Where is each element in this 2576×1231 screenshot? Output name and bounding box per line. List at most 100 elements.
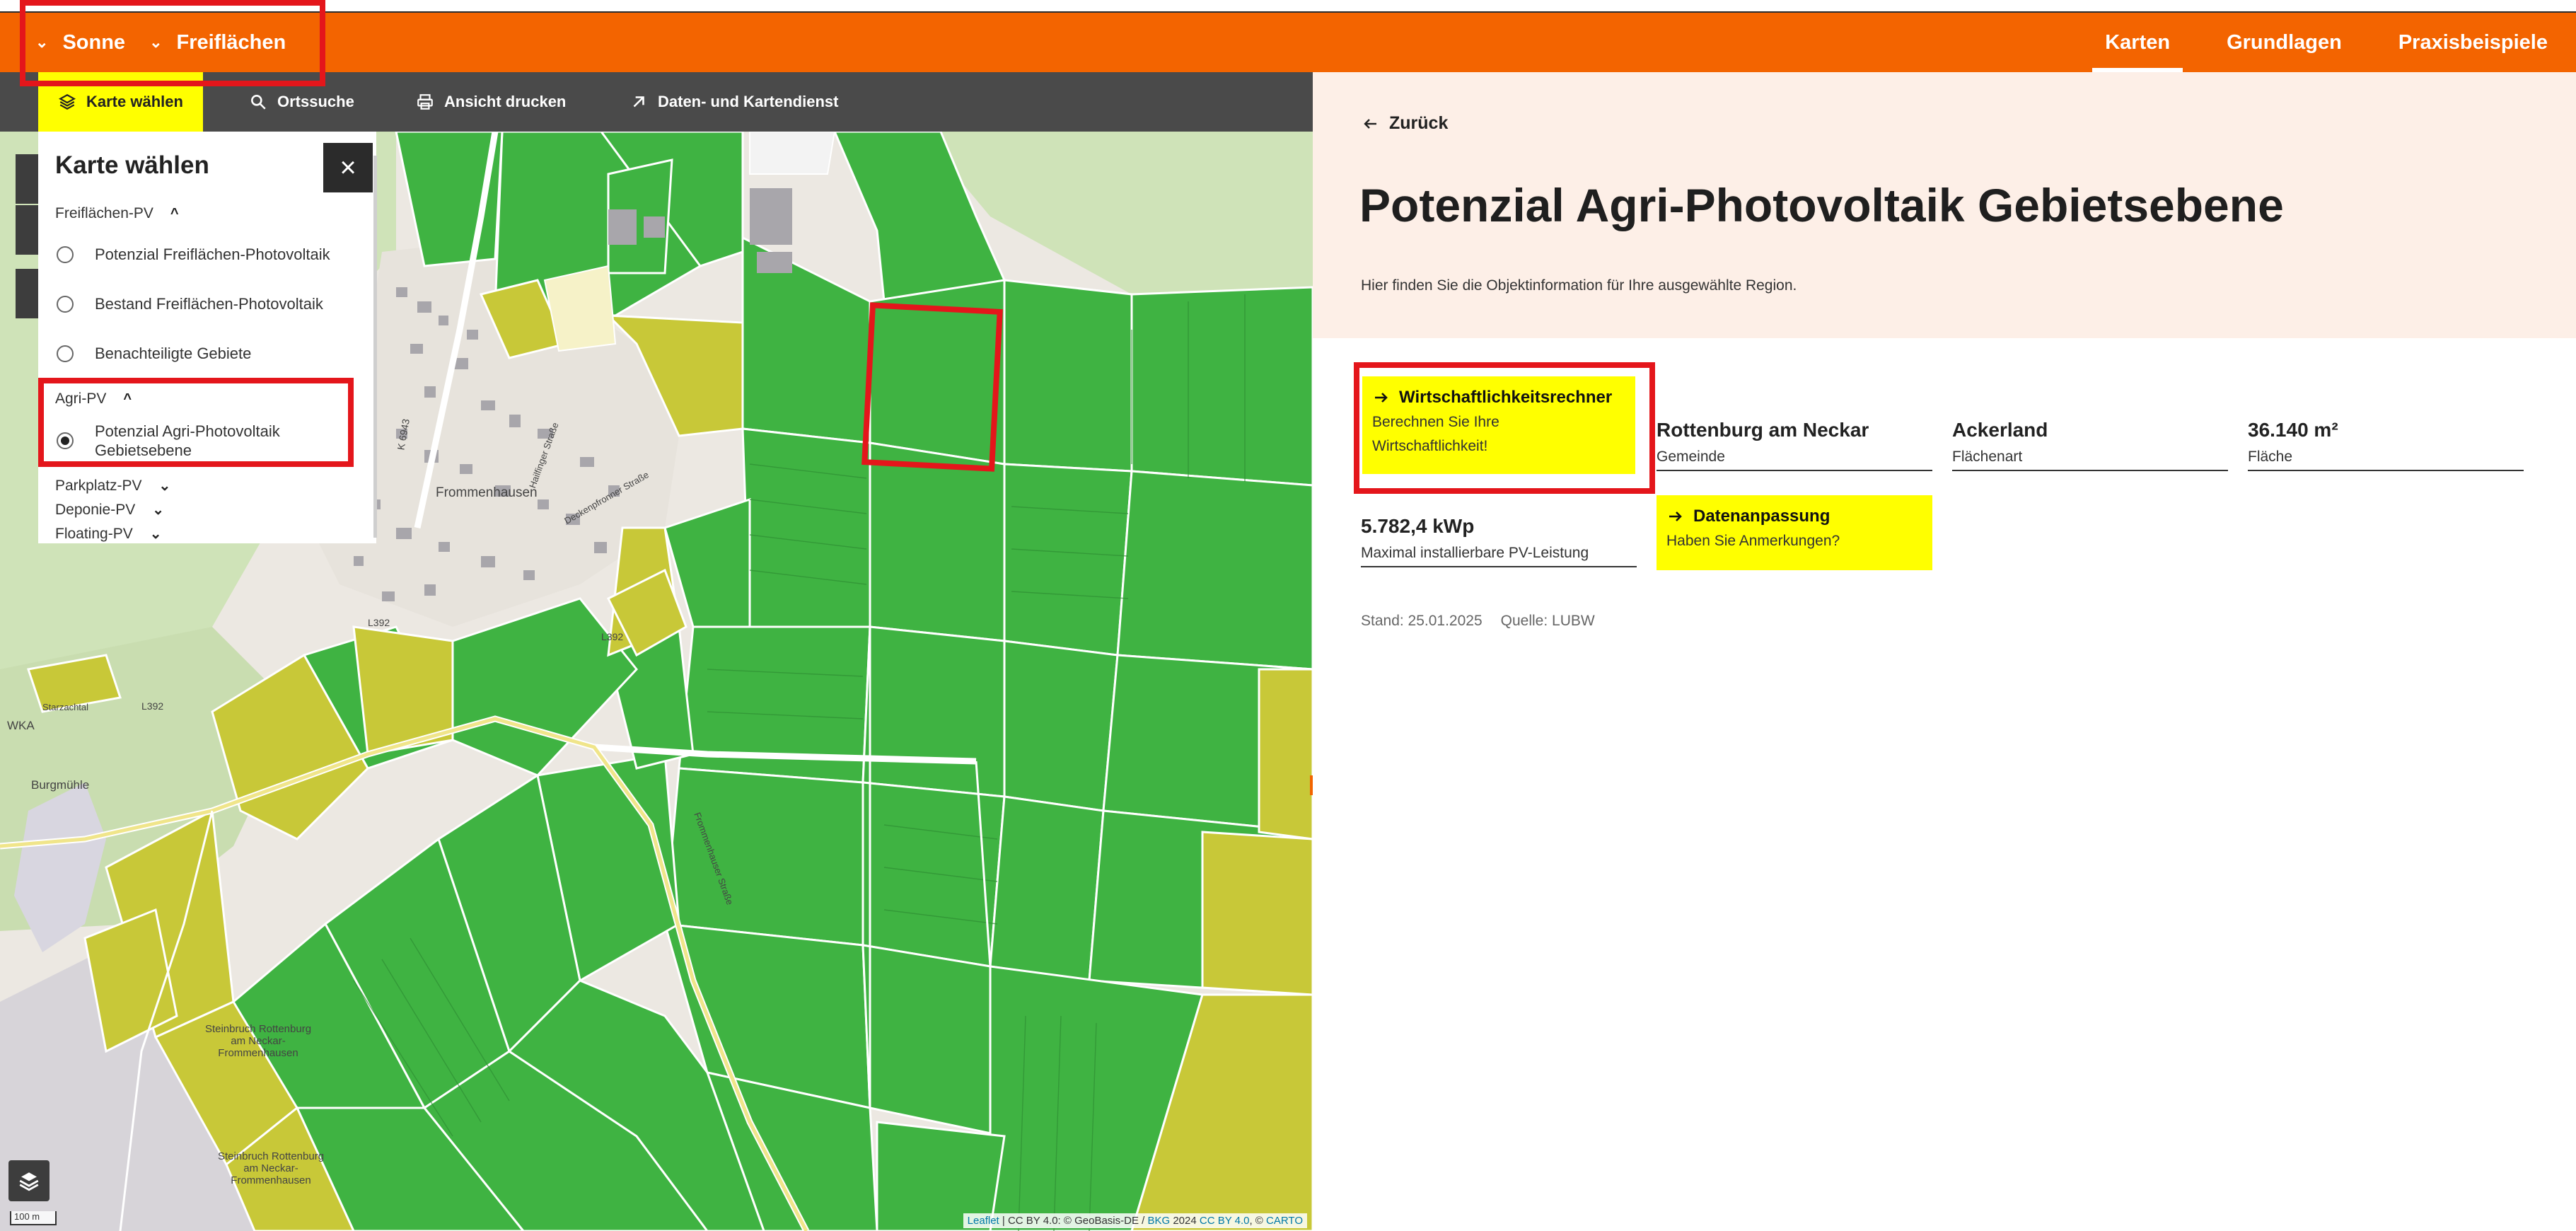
cta-subtitle: Berechnen Sie Ihre Wirtschaftlichkeit!: [1372, 410, 1625, 458]
map-control-3[interactable]: [16, 269, 41, 318]
field-gemeinde: Rottenburg am Neckar Gemeinde: [1657, 419, 1932, 471]
printer-icon: [417, 94, 433, 110]
cta-subtitle-line-1: Berechnen Sie Ihre: [1372, 414, 1499, 430]
group-deponie-pv[interactable]: Deponie-PV ⌄: [55, 501, 164, 519]
nav-karten[interactable]: Karten: [2077, 13, 2198, 72]
radio-button-selected[interactable]: [57, 432, 74, 449]
arrow-right-icon: [1669, 512, 1682, 521]
option-benachteiligte-gebiete[interactable]: Benachteiligte Gebiete: [57, 344, 251, 363]
map-label-steinbruch-2: Steinbruch Rottenburg am Neckar-Frommenh…: [217, 1150, 325, 1186]
arrow-up-right-icon: [633, 96, 644, 108]
print-view-label: Ansicht drucken: [444, 93, 567, 110]
data-service-button[interactable]: Daten- und Kartendienst: [630, 72, 838, 132]
cta-subtitle-line-2: Wirtschaftlichkeit!: [1372, 438, 1488, 454]
chevron-down-icon: ⌄: [149, 526, 162, 542]
profitability-calculator-button[interactable]: Wirtschaftlichkeitsrechner Berechnen Sie…: [1362, 376, 1635, 474]
panel-resize-handle[interactable]: [1310, 775, 1313, 795]
cta-subtitle: Haben Sie Anmerkungen?: [1666, 533, 1840, 549]
page-title: Potenzial Agri-Photovoltaik Gebietsebene: [1359, 179, 2284, 231]
field-pv-leistung: 5.782,4 kWp Maximal installierbare PV-Le…: [1361, 515, 1637, 567]
map-control-1[interactable]: [16, 154, 41, 204]
leaflet-link[interactable]: Leaflet: [968, 1215, 999, 1227]
chevron-down-icon: ⌄: [158, 478, 171, 494]
attribution-text: | CC BY 4.0: © GeoBasis-DE /: [999, 1215, 1148, 1227]
layer-toggle-button[interactable]: [8, 1160, 50, 1201]
map-label-burgmuehle: Burgmühle: [31, 778, 90, 792]
radio-button[interactable]: [57, 295, 74, 313]
group-agri-pv[interactable]: Agri-PV ^: [55, 391, 132, 408]
back-button[interactable]: Zurück: [1362, 113, 1448, 134]
map-toolbar: Karte wählen Ortssuche Ansicht drucken D…: [0, 72, 1313, 132]
close-icon: ×: [340, 151, 356, 183]
layers-icon: [59, 94, 76, 110]
option-label: Potenzial Agri-Photovoltaik Gebietsebene: [95, 422, 280, 459]
group-label: Parkplatz-PV: [55, 477, 142, 494]
site-header: ⌄ Sonne ⌄ Freiflächen Karten Grundlagen …: [0, 13, 2576, 72]
data-source: Quelle: LUBW: [1500, 613, 1595, 629]
option-bestand-freiflaechen-pv[interactable]: Bestand Freiflächen-Photovoltaik: [57, 294, 323, 313]
stand-date: Stand: 25.01.2025: [1361, 613, 1483, 629]
group-label: Agri-PV: [55, 391, 107, 407]
chevron-up-icon: ^: [170, 205, 179, 221]
map-road-l392-b: L392: [368, 617, 390, 628]
close-button[interactable]: ×: [323, 143, 373, 192]
group-floating-pv[interactable]: Floating-PV ⌄: [55, 525, 161, 543]
select-map-button[interactable]: Karte wählen: [38, 72, 203, 132]
radio-button[interactable]: [57, 345, 74, 362]
attribution-text: , ©: [1249, 1215, 1267, 1227]
cta-title: Wirtschaftlichkeitsrechner: [1372, 388, 1625, 408]
field-value: 5.782,4 kWp: [1361, 515, 1475, 537]
field-flaechenart: Ackerland Flächenart: [1952, 419, 2228, 471]
chevron-down-icon: ⌄: [35, 33, 49, 51]
field-value: Rottenburg am Neckar: [1657, 419, 1869, 441]
field-label: Maximal installierbare PV-Leistung: [1361, 545, 1589, 561]
data-status: Stand: 25.01.2025 Quelle: LUBW: [1361, 613, 1595, 630]
option-potenzial-agri-pv[interactable]: Potenzial Agri-Photovoltaik Gebietsebene: [57, 422, 321, 460]
map-select-panel: Karte wählen × Freiflächen-PV ^ Potenzia…: [38, 132, 376, 543]
header-item-freiflaechen[interactable]: ⌄ Freiflächen: [149, 31, 286, 54]
field-value: Ackerland: [1952, 419, 2048, 441]
group-freiflaechen-pv[interactable]: Freiflächen-PV ^: [55, 205, 179, 222]
map-label-steinbruch-1: Steinbruch Rottenburg am Neckar-Frommenh…: [204, 1023, 312, 1059]
panel-title: Karte wählen: [55, 151, 209, 179]
field-value: 36.140 m²: [2248, 419, 2338, 441]
header-item-label: Sonne: [62, 30, 126, 54]
radio-button[interactable]: [57, 245, 74, 263]
cc-link[interactable]: CC BY 4.0: [1200, 1215, 1250, 1227]
carto-link[interactable]: CARTO: [1266, 1215, 1303, 1227]
group-parkplatz-pv[interactable]: Parkplatz-PV ⌄: [55, 477, 170, 495]
page-subtitle: Hier finden Sie die Objektinformation fü…: [1361, 277, 1797, 294]
map-road-starzachtal: Starzachtal: [42, 702, 89, 712]
cta-title: Datenanpassung: [1666, 507, 1922, 526]
cta-title-label: Datenanpassung: [1693, 507, 1831, 526]
header-breadcrumb: ⌄ Sonne ⌄ Freiflächen: [35, 13, 286, 72]
field-label: Flächenart: [1952, 449, 2023, 465]
map-control-2[interactable]: [16, 205, 41, 255]
select-map-label: Karte wählen: [86, 93, 183, 110]
group-label: Deponie-PV: [55, 501, 136, 518]
header-item-sonne[interactable]: ⌄ Sonne: [35, 31, 125, 54]
data-service-label: Daten- und Kartendienst: [658, 93, 839, 110]
group-label: Floating-PV: [55, 525, 133, 542]
browser-top-strip: [0, 0, 2576, 13]
place-search-label: Ortssuche: [277, 93, 354, 110]
group-label: Freiflächen-PV: [55, 205, 153, 221]
nav-grundlagen[interactable]: Grundlagen: [2198, 13, 2370, 72]
field-flaeche: 36.140 m² Fläche: [2248, 419, 2524, 471]
place-search-button[interactable]: Ortssuche: [249, 72, 354, 132]
print-view-button[interactable]: Ansicht drucken: [416, 72, 566, 132]
back-label: Zurück: [1389, 113, 1449, 133]
field-label: Fläche: [2248, 449, 2293, 465]
bkg-link[interactable]: BKG: [1147, 1215, 1170, 1227]
option-potenzial-freiflaechen-pv[interactable]: Potenzial Freiflächen-Photovoltaik: [57, 245, 330, 264]
field-label: Gemeinde: [1657, 449, 1725, 465]
panel-scrollbar[interactable]: [373, 156, 377, 538]
attribution-text: 2024: [1170, 1215, 1200, 1227]
header-item-label: Freiflächen: [176, 30, 286, 54]
chevron-up-icon: ^: [123, 391, 132, 407]
data-adjustment-button[interactable]: Datenanpassung Haben Sie Anmerkungen?: [1657, 495, 1932, 570]
arrow-left-icon: [1364, 118, 1376, 129]
nav-praxisbeispiele[interactable]: Praxisbeispiele: [2370, 13, 2576, 72]
map-label-wka: WKA: [7, 719, 35, 732]
map-label-frommenhausen: Frommenhausen: [436, 485, 538, 500]
